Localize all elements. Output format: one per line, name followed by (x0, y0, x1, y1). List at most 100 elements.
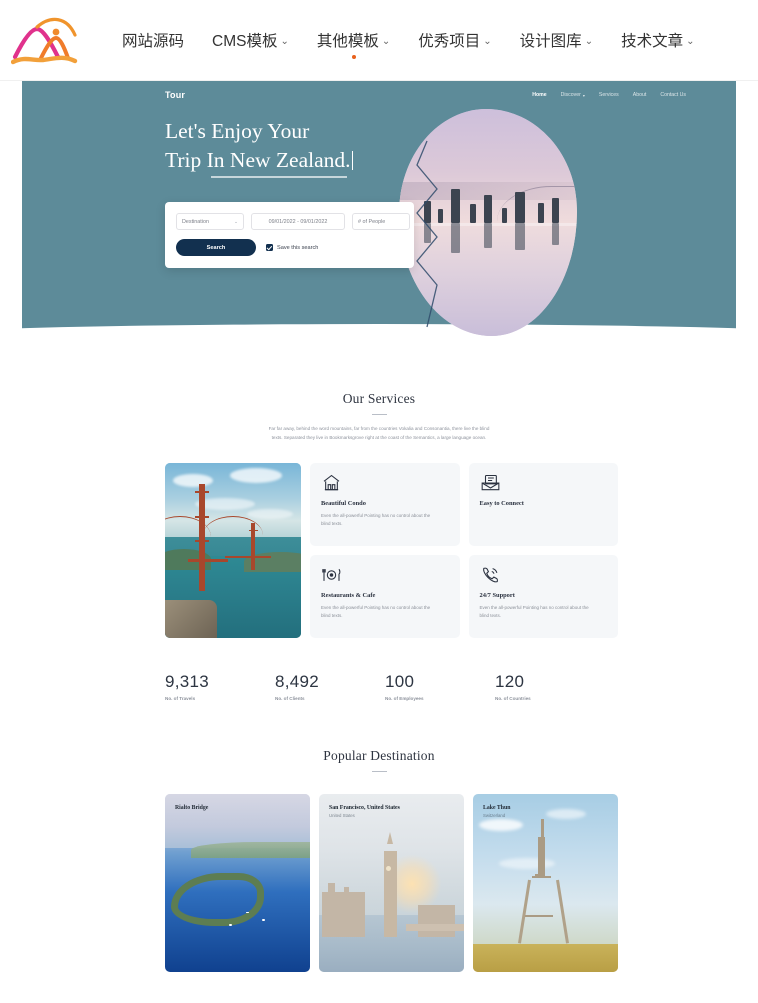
hero-menu-item-contact[interactable]: Contact Us (660, 92, 686, 98)
hero-brand-logo[interactable]: Tour (165, 90, 185, 100)
service-card-desc-2: Even the all-powerful Pointing has no co… (321, 605, 431, 619)
search-action-row: Search Save this search (176, 239, 403, 256)
destinations-header: Popular Destination (22, 701, 736, 773)
hero-menu-item-about[interactable]: About (633, 92, 647, 98)
paris-ground (473, 943, 618, 973)
destination-select[interactable]: Destination ⌄ (176, 213, 244, 230)
stat-number-0: 9,313 (165, 672, 210, 692)
topnav-item-1[interactable]: CMS模板 ⌄ (212, 29, 289, 51)
people-count-value: # of People (358, 218, 386, 225)
hero-menu: Home Discover ▾ Services About Contact U… (532, 92, 706, 98)
stat-countries: 120 No. of Countries (495, 672, 605, 701)
services-header: Our Services Far far away, behind the wo… (22, 337, 736, 442)
stat-travels: 9,313 No. of Travels (165, 672, 275, 701)
date-range-value: 09/01/2022 - 09/01/2022 (268, 218, 328, 225)
save-search-toggle[interactable]: Save this search (266, 244, 318, 251)
chevron-down-icon: ⌄ (686, 35, 695, 47)
title-underline-rule (371, 414, 387, 416)
logo-mountain-icon (11, 17, 78, 65)
chevron-down-icon: ⌄ (381, 35, 391, 47)
topnav-label-5: 技术文章 (621, 33, 684, 50)
service-card-desc-0: Even the all-powerful Pointing has no co… (321, 513, 431, 527)
destination-card-0[interactable]: Rialto Bridge (165, 794, 310, 973)
hero-menu-label-3: About (632, 92, 647, 98)
service-card-support[interactable]: 24/7 Support Even the all-powerful Point… (468, 555, 618, 639)
stat-number-1: 8,492 (275, 672, 320, 692)
search-button[interactable]: Search (176, 239, 256, 256)
hero-headline: Let's Enjoy Your Trip In New Zealand. (165, 117, 425, 178)
destinations-grid: Rialto Bridge San Francisco, United Stat… (22, 772, 736, 973)
stat-number-3: 120 (495, 672, 525, 692)
destination-value: Destination (182, 218, 209, 225)
hero-headline-line2: Trip In New Zealand. (165, 146, 351, 178)
save-search-checkbox[interactable] (266, 244, 273, 251)
topnav-label-0: 网站源码 (122, 33, 185, 50)
topnav-label-1: CMS模板 (212, 33, 278, 50)
destination-title-0: Rialto Bridge (175, 805, 209, 812)
destination-card-1[interactable]: San Francisco, United States United Stat… (319, 794, 464, 973)
hero-navbar: Tour Home Discover ▾ Services About Cont… (22, 81, 736, 100)
top-nav-item-list: 网站源码 CMS模板 ⌄ 其他模板 ⌄ 优秀项目 ⌄ 设计图库 ⌄ 技术文章 ⌄ (122, 29, 694, 59)
text-cursor (351, 150, 354, 170)
hero-section: Tour Home Discover ▾ Services About Cont… (22, 81, 736, 337)
active-dot-indicator (351, 55, 356, 59)
search-field-row: Destination ⌄ 09/01/2022 - 09/01/2022 # … (176, 213, 410, 230)
destination-card-2[interactable]: Lake Thun Switzerland (473, 794, 618, 973)
phone-support-icon (480, 565, 608, 587)
bridge-tower-near (199, 484, 205, 591)
stat-label-1: No. of Clients (275, 696, 305, 702)
topnav-item-5[interactable]: 技术文章 ⌄ (621, 29, 694, 51)
house-icon (321, 473, 449, 495)
site-top-navigation: 网站源码 CMS模板 ⌄ 其他模板 ⌄ 优秀项目 ⌄ 设计图库 ⌄ 技术文章 ⌄ (0, 0, 758, 81)
topnav-item-0[interactable]: 网站源码 (122, 29, 184, 51)
stat-label-2: No. of Employees (385, 696, 424, 702)
topnav-item-3[interactable]: 优秀项目 ⌄ (418, 29, 491, 51)
save-search-label: Save this search (277, 244, 319, 251)
statistics-row: 9,313 No. of Travels 8,492 No. of Client… (22, 638, 736, 701)
site-logo[interactable] (8, 11, 86, 69)
destination-label-2: Lake Thun Switzerland (483, 805, 510, 818)
services-feature-image (165, 463, 301, 639)
hero-menu-item-home[interactable]: Home (532, 92, 546, 98)
destination-title-2: Lake Thun (483, 805, 511, 812)
template-preview-pane: Tour Home Discover ▾ Services About Cont… (22, 81, 736, 1003)
hero-menu-label-2: Services (598, 92, 619, 98)
services-description: Far far away, behind the word mountains,… (268, 426, 490, 440)
service-card-restaurants[interactable]: Restaurants & Cafe Even the all-powerful… (310, 555, 460, 639)
stat-employees: 100 No. of Employees (385, 672, 495, 701)
topnav-item-4[interactable]: 设计图库 ⌄ (520, 29, 593, 51)
hero-menu-item-services[interactable]: Services (599, 92, 619, 98)
island-shoreline (191, 842, 310, 859)
people-count-input[interactable]: # of People (352, 213, 410, 230)
services-card-grid: Beautiful Condo Even the all-powerful Po… (310, 463, 618, 639)
destinations-title: Popular Destination (323, 748, 435, 764)
stat-label-3: No. of Countries (495, 696, 531, 702)
service-card-condo[interactable]: Beautiful Condo Even the all-powerful Po… (310, 463, 460, 547)
restaurant-cutlery-icon (321, 565, 449, 587)
service-card-connect[interactable]: Easy to Connect (468, 463, 618, 547)
envelope-mail-icon (480, 473, 608, 495)
chevron-down-icon: ⌄ (234, 218, 238, 224)
island-sky (165, 794, 310, 848)
stat-label-0: No. of Travels (165, 696, 196, 702)
topnav-item-2[interactable]: 其他模板 ⌄ (317, 29, 391, 59)
chevron-down-icon: ⌄ (584, 35, 594, 47)
hero-bottom-curve (22, 324, 736, 337)
destination-subtitle-2: Switzerland (483, 813, 506, 819)
service-card-title-1: Easy to Connect (479, 500, 524, 508)
hero-headline-line1: Let's Enjoy Your (165, 119, 310, 143)
service-card-title-2: Restaurants & Cafe (321, 592, 376, 600)
topnav-label-4: 设计图库 (519, 33, 582, 50)
destination-label-1: San Francisco, United States United Stat… (329, 805, 400, 818)
stat-number-2: 100 (385, 672, 415, 692)
destination-label-0: Rialto Bridge (175, 805, 208, 813)
decorative-squiggle-icon (416, 140, 438, 328)
destination-title-1: San Francisco, United States (329, 805, 400, 812)
island-landmass (170, 872, 264, 927)
services-grid: Beautiful Condo Even the all-powerful Po… (22, 442, 736, 639)
date-range-input[interactable]: 09/01/2022 - 09/01/2022 (251, 213, 345, 230)
hero-menu-item-discover[interactable]: Discover ▾ (561, 92, 585, 98)
destination-subtitle-1: United States (329, 813, 355, 819)
service-card-title-0: Beautiful Condo (321, 500, 366, 508)
chevron-down-icon: ▾ (582, 92, 585, 98)
